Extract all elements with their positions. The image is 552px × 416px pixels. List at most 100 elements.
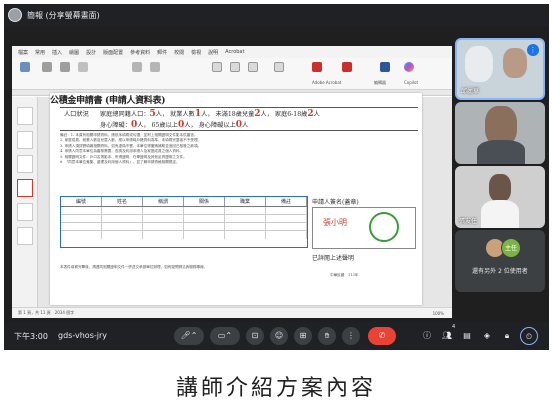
page-thumbnail[interactable] [17,131,33,149]
document-page: 公積金申請書 (申請人資料表) 人口狀況 家庭總同籍人口：5人， 就業人數1人，… [50,93,422,305]
meeting-code: gds-vhos-jry [58,331,107,340]
list-icon[interactable] [150,62,160,72]
ribbon-group-acrobat: Adobe Acrobat [312,80,342,85]
column-header: 關係 [184,197,225,206]
speaking-icon: ⋮ [527,44,539,56]
chat-icon[interactable]: ▤ [458,327,476,345]
style-normal-icon[interactable] [212,62,222,72]
activities-icon[interactable]: ◈ [478,327,496,345]
clock: 下午3:00 [14,332,48,341]
style-title-icon[interactable] [248,62,258,72]
participant-video [489,174,511,202]
acrobat-share-icon[interactable] [342,62,352,72]
column-header: 稱謂 [143,197,184,206]
navigation-pane [12,97,38,307]
page-count: 第 1 頁，共 11 頁 2034 個字 [18,310,75,315]
tab-design[interactable]: 設計 [86,49,96,56]
more-participants-tile[interactable]: 主任 還有另外 2 位使用者 [455,230,545,292]
participant-name: 邱麗華 [461,88,480,95]
avatar-group: 主任 [485,238,525,260]
column-header: 職業 [225,197,266,206]
ribbon-group-copilot: Copilot [404,80,419,85]
tab-help[interactable]: 說明 [208,49,218,56]
page-thumbnail[interactable] [17,107,33,125]
window-background [465,46,493,82]
household-label: 人口狀況 [64,111,89,118]
household-line-1: 家庭總同籍人口：5人， 就業人數1人， 未滿18歲兒童2人， 家庭6-18歲2人 [100,109,320,119]
signature-name: 張小明 [323,218,347,227]
microphone-button[interactable]: 🎤︎⌃ [174,327,204,345]
column-header: 編號 [61,197,102,206]
table-row[interactable] [61,223,307,231]
word-ribbon: Adobe Acrobat 編輯器 Copilot [12,58,452,90]
captions-button[interactable]: ⊡ [246,327,264,345]
camera-button[interactable]: ▭⌃ [210,327,240,345]
tab-file[interactable]: 檔案 [18,49,28,56]
signature-box[interactable]: 張小明 [312,207,416,249]
emoji-button[interactable]: ☺ [270,327,288,345]
tab-home[interactable]: 常用 [35,49,45,56]
seal-circle [369,212,399,242]
zoom-level[interactable]: 100% [433,311,444,316]
image-caption: 講師介紹方案內容 [175,376,376,401]
avatar: 主任 [501,238,521,258]
acrobat-icon[interactable] [312,62,322,72]
signature-label: 申請人簽名(蓋章) [312,199,359,206]
shared-screen: 檔案 常用 插入 繪圖 設計 版面配置 參考資料 郵件 校閱 檢視 說明 Acr… [12,46,452,318]
style-heading-icon[interactable] [230,62,240,72]
italic-icon[interactable] [78,62,88,72]
table-row[interactable] [61,231,307,239]
host-controls-icon[interactable]: ⏲ [520,327,538,345]
document-title: 公積金申請書 (申請人資料表) [50,96,166,106]
note-line: 6. 「同意本單位蒐集、處理及利用個人資料」，並了解申請資格相關規定。 [60,160,180,165]
page-thumbnail[interactable] [17,203,33,221]
tab-view[interactable]: 檢視 [191,49,201,56]
participant-body [481,200,519,228]
tab-references[interactable]: 參考資料 [130,49,150,56]
more-participants-label: 還有另外 2 位使用者 [472,268,528,275]
participant-tile[interactable]: 張友任 [455,166,545,228]
tab-review[interactable]: 校閱 [174,49,184,56]
column-header: 備註 [266,197,307,206]
presenter-bar: 簡報 (分享螢幕畫面) [4,4,549,26]
participant-tile[interactable] [455,102,545,164]
editor-icon[interactable] [380,62,390,72]
notes-block: 備註：1. 本頁有相關申請資料，請依序填寫或勾選，並附上相關證明文件影本供審查。… [60,133,418,165]
tab-layout[interactable]: 版面配置 [103,49,123,56]
table-row[interactable] [61,215,307,223]
info-icon[interactable]: ⓘ [418,327,436,345]
more-options-button[interactable]: ⋮ [342,327,360,345]
font-icon[interactable] [42,62,52,72]
document-footer: 本表件填寫完畢後，請連同相關證明文件一併送交承辦單位辦理，如有疑問請洽詢服務專線… [60,265,208,269]
document-footer-date: 中華民國 113年 [330,273,359,277]
align-icon[interactable] [132,62,142,72]
page-thumbnail[interactable] [17,155,33,173]
copilot-icon[interactable] [404,62,414,72]
tab-insert[interactable]: 插入 [52,49,62,56]
tab-draw[interactable]: 繪圖 [69,49,79,56]
present-button[interactable]: ⊞ [294,327,312,345]
participant-body [477,140,525,164]
participant-video [503,48,527,78]
participant-tile[interactable]: ⋮ 邱麗華 [455,38,545,100]
raise-hand-button[interactable]: ✋︎ [318,327,336,345]
page-thumbnail[interactable] [17,227,33,245]
style-more-icon[interactable] [274,62,284,72]
tab-mailings[interactable]: 郵件 [157,49,167,56]
agreed-label: 已詳閱上述聲明 [312,255,355,262]
presenter-label: 簡報 (分享螢幕畫面) [27,10,100,20]
bold-icon[interactable] [60,62,70,72]
tab-acrobat[interactable]: Acrobat [225,49,244,55]
end-call-button[interactable]: ✆ [368,327,396,345]
household-row: 人口狀況 家庭總同籍人口：5人， 就業人數1人， 未滿18歲兒童2人， 家庭6-… [60,107,418,131]
paste-icon[interactable] [20,62,30,72]
meet-window: 簡報 (分享螢幕畫面) 檔案 常用 插入 繪圖 設計 版面配置 參考資料 郵件 … [4,4,549,350]
people-count-badge: 4 [452,324,456,330]
page-thumbnail[interactable] [17,179,33,197]
document-area: 公積金申請書 (申請人資料表) 人口狀況 家庭總同籍人口：5人， 就業人數1人，… [12,93,452,307]
lock-icon[interactable]: 🔒︎ [498,327,516,345]
household-line-2: 身心障礙：0人， 65歲以上0人， 身心障礙以上0人 [100,120,249,130]
member-table[interactable]: 編號 姓名 稱謂 關係 職業 備註 [60,196,308,248]
table-row[interactable] [61,207,307,215]
member-table-header: 編號 姓名 稱謂 關係 職業 備註 [61,197,307,207]
